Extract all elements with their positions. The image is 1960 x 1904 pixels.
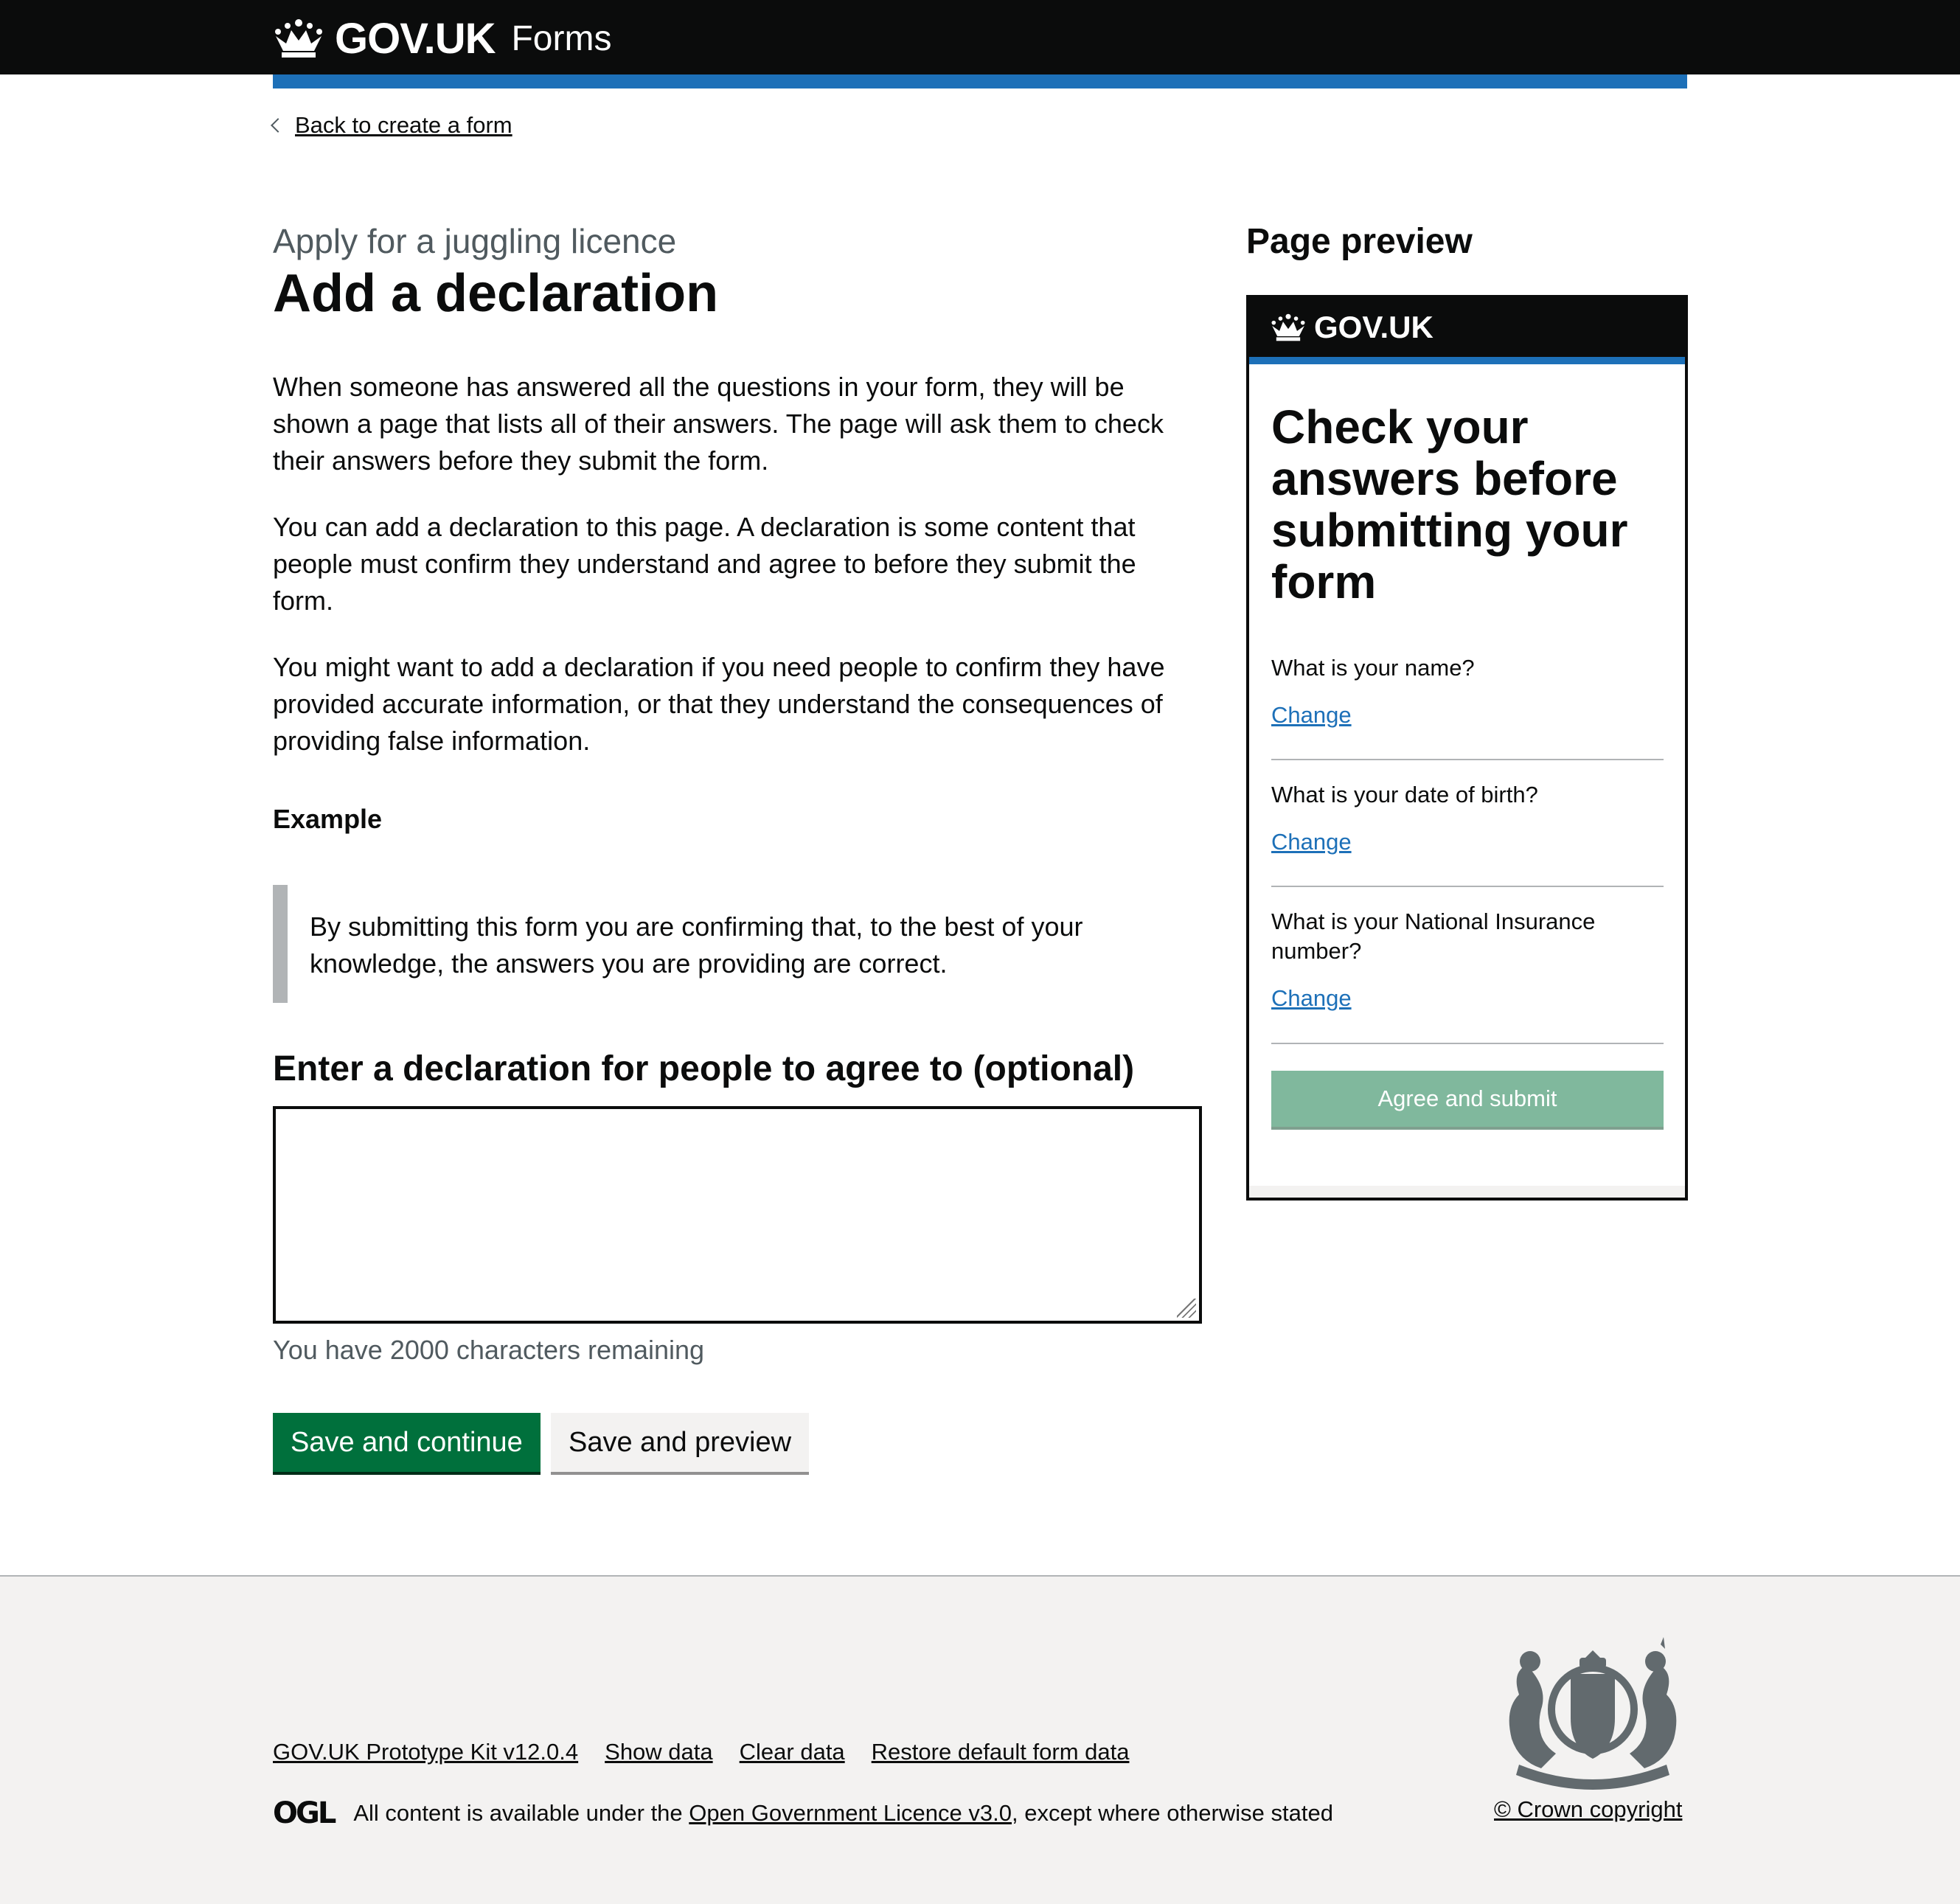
govuk-logo-text: GOV.UK	[335, 14, 496, 63]
footer-link-restore-default[interactable]: Restore default form data	[872, 1739, 1130, 1765]
chevron-left-icon	[271, 118, 285, 133]
intro-paragraph-3: You might want to add a declaration if y…	[273, 652, 1165, 756]
summary-question: What is your National Insurance number?	[1271, 908, 1596, 964]
change-link[interactable]: Change	[1271, 985, 1352, 1012]
summary-row: What is your name? Change	[1271, 653, 1664, 760]
character-count-hint: You have 2000 characters remaining	[273, 1335, 705, 1365]
intro-paragraph-2: You can add a declaration to this page. …	[273, 512, 1136, 616]
change-link[interactable]: Change	[1271, 829, 1352, 855]
summary-question: What is your name?	[1271, 655, 1475, 681]
intro-paragraph-1: When someone has answered all the questi…	[273, 372, 1164, 476]
crown-copyright-link[interactable]: © Crown copyright	[1494, 1796, 1682, 1823]
example-heading: Example	[273, 804, 383, 834]
summary-row: What is your National Insurance number? …	[1271, 907, 1664, 1044]
licence-prefix: All content is available under the	[353, 1800, 689, 1826]
crown-icon	[1271, 313, 1305, 341]
back-link-text: Back to create a form	[295, 112, 512, 138]
footer-links: GOV.UK Prototype Kit v12.0.4 Show data C…	[273, 1739, 1156, 1765]
royal-coat-of-arms-icon	[1509, 1637, 1677, 1790]
form-caption: Apply for a juggling licence	[273, 222, 677, 260]
footer-link-show-data[interactable]: Show data	[605, 1739, 713, 1765]
ogl-logo-icon: OGL	[273, 1796, 336, 1830]
main-content: Apply for a juggling licence Add a decla…	[273, 221, 1202, 1472]
site-header: GOV.UK Forms	[0, 0, 1960, 74]
back-link[interactable]: Back to create a form	[271, 112, 512, 139]
licence-statement: OGL All content is available under the O…	[273, 1796, 1333, 1830]
page-title: Add a declaration	[273, 264, 719, 324]
footer-link-prototype-kit[interactable]: GOV.UK Prototype Kit v12.0.4	[273, 1739, 578, 1765]
site-footer: GOV.UK Prototype Kit v12.0.4 Show data C…	[0, 1575, 1960, 1904]
resize-handle-icon[interactable]	[1177, 1299, 1196, 1318]
summary-question: What is your date of birth?	[1271, 782, 1538, 807]
crown-icon	[275, 19, 322, 58]
preview-logo-text: GOV.UK	[1314, 310, 1433, 344]
preview-title: Check your answers before submitting you…	[1271, 400, 1628, 608]
preview-bottom-bar	[1249, 1186, 1685, 1198]
preview-header: GOV.UK	[1249, 298, 1685, 357]
declaration-label: Enter a declaration for people to agree …	[273, 1049, 1135, 1088]
preview-stripe	[1249, 357, 1685, 364]
save-and-preview-button[interactable]: Save and preview	[551, 1413, 810, 1472]
page-preview: GOV.UK Check your answers before submitt…	[1246, 295, 1688, 1201]
summary-row: What is your date of birth? Change	[1271, 780, 1664, 887]
footer-link-clear-data[interactable]: Clear data	[740, 1739, 845, 1765]
change-link[interactable]: Change	[1271, 702, 1352, 729]
header-stripe	[273, 74, 1687, 88]
example-inset-text: By submitting this form you are confirmi…	[273, 885, 1202, 1003]
agree-and-submit-button: Agree and submit	[1271, 1071, 1664, 1127]
declaration-textarea[interactable]	[273, 1106, 1202, 1324]
licence-suffix: , except where otherwise stated	[1011, 1800, 1333, 1826]
header-logo-link[interactable]: GOV.UK Forms	[273, 13, 611, 63]
preview-heading: Page preview	[1246, 222, 1473, 261]
save-and-continue-button[interactable]: Save and continue	[273, 1413, 541, 1472]
service-name[interactable]: Forms	[511, 18, 611, 59]
licence-link[interactable]: Open Government Licence v3.0	[689, 1800, 1012, 1827]
